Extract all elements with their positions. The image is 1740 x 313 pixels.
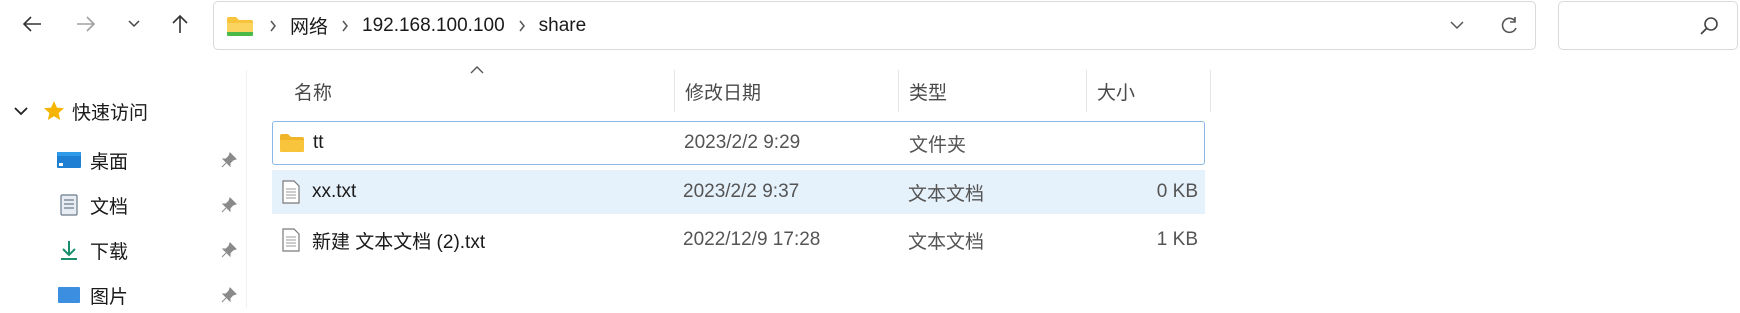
column-header-label: 大小 (1097, 82, 1136, 104)
picture-icon (56, 283, 82, 307)
text-file-icon (278, 228, 304, 252)
breadcrumb: 网络 192.168.100.100 share (260, 10, 590, 41)
file-size (1099, 122, 1199, 164)
quick-access-label: 快速访问 (72, 102, 149, 124)
file-modified: 2023/2/2 9:29 (684, 132, 801, 153)
pin-icon[interactable] (221, 242, 237, 258)
search-icon (1700, 17, 1718, 35)
arrow-left-icon (22, 16, 41, 32)
address-history-button[interactable] (1431, 2, 1483, 49)
text-file-icon (278, 180, 304, 204)
breadcrumb-host[interactable]: 192.168.100.100 (358, 13, 509, 39)
file-type: 文件夹 (909, 134, 967, 156)
file-name: tt (313, 132, 324, 153)
file-type: 文本文档 (908, 231, 985, 253)
back-button[interactable] (12, 6, 52, 42)
column-header-size[interactable]: 大小 (1087, 70, 1211, 112)
desktop-icon (56, 148, 82, 172)
chevron-down-icon (1450, 21, 1464, 30)
chevron-right-icon[interactable] (509, 20, 535, 32)
sidebar-item-label: 图片 (90, 286, 129, 308)
file-name-cell: tt (279, 122, 324, 164)
refresh-button[interactable] (1483, 2, 1535, 49)
quick-access-header[interactable]: 快速访问 (12, 96, 148, 126)
document-icon (56, 193, 82, 217)
arrow-up-icon (172, 14, 188, 33)
sidebar-item-documents[interactable]: 文档 (56, 187, 246, 223)
folder-icon (227, 16, 253, 36)
address-bar[interactable]: 网络 192.168.100.100 share (213, 1, 1536, 50)
breadcrumb-network[interactable]: 网络 (286, 10, 332, 41)
column-header-label: 名称 (294, 82, 333, 104)
breadcrumb-share[interactable]: share (535, 13, 591, 39)
pane-divider[interactable] (246, 70, 247, 308)
column-header-modified[interactable]: 修改日期 (675, 70, 899, 112)
pin-icon[interactable] (221, 152, 237, 168)
download-icon (56, 238, 82, 262)
sidebar-item-downloads[interactable]: 下载 (56, 232, 246, 268)
sidebar-item-label: 文档 (90, 196, 129, 218)
file-name: 新建 文本文档 (2).txt (312, 231, 486, 253)
chevron-down-icon (128, 20, 140, 28)
pin-icon[interactable] (221, 287, 237, 303)
search-input[interactable] (1569, 12, 1693, 42)
file-size: 1 KB (1156, 229, 1198, 250)
forward-button[interactable] (66, 6, 106, 42)
chevron-right-icon[interactable] (260, 20, 286, 32)
column-header-label: 修改日期 (685, 82, 762, 104)
navigation-pane: 快速访问 桌面 文档 下载 图片 (0, 86, 246, 308)
file-modified: 2023/2/2 9:37 (683, 181, 800, 202)
file-type: 文本文档 (908, 183, 985, 205)
file-row[interactable]: xx.txt 2023/2/2 9:37 文本文档 0 KB (272, 170, 1205, 214)
column-header-name[interactable]: 名称 (272, 70, 675, 112)
up-button[interactable] (160, 6, 200, 42)
chevron-down-icon[interactable] (12, 106, 30, 116)
file-name-cell: xx.txt (278, 170, 356, 214)
star-icon (42, 100, 66, 122)
search-box[interactable] (1558, 1, 1738, 50)
sidebar-item-label: 桌面 (90, 151, 129, 173)
file-row[interactable]: tt 2023/2/2 9:29 文件夹 (272, 121, 1205, 165)
file-size: 0 KB (1156, 181, 1198, 202)
file-name-cell: 新建 文本文档 (2).txt (278, 218, 485, 262)
column-header-label: 类型 (909, 82, 948, 104)
arrow-right-icon (77, 16, 96, 32)
sidebar-item-desktop[interactable]: 桌面 (56, 142, 246, 178)
file-modified: 2022/12/9 17:28 (683, 229, 821, 250)
file-row[interactable]: 新建 文本文档 (2).txt 2022/12/9 17:28 文本文档 1 K… (272, 218, 1205, 262)
recent-locations-button[interactable] (114, 6, 154, 42)
file-name: xx.txt (312, 181, 357, 202)
chevron-right-icon[interactable] (332, 20, 358, 32)
sidebar-item-label: 下载 (90, 241, 129, 263)
pin-icon[interactable] (221, 197, 237, 213)
column-header-type[interactable]: 类型 (899, 70, 1087, 112)
folder-icon (279, 132, 305, 154)
refresh-icon (1501, 16, 1517, 33)
